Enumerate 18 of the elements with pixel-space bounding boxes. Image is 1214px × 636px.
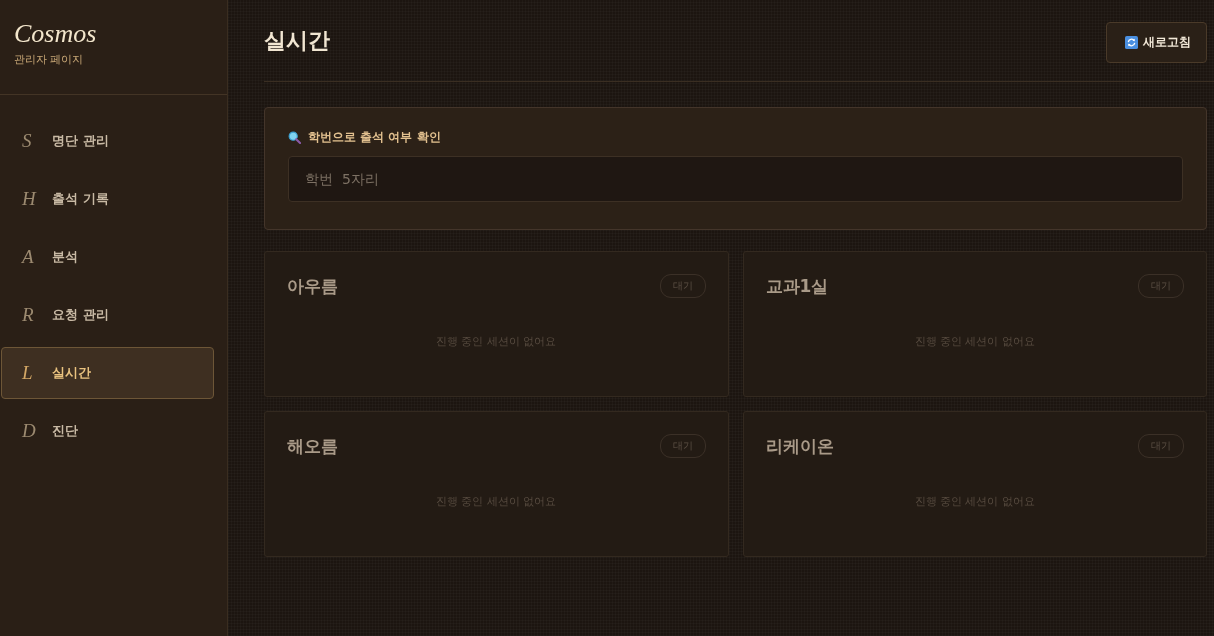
search-label: 학번으로 출석 여부 확인 <box>308 129 441 146</box>
refresh-icon <box>1125 35 1138 49</box>
sidebar-item[interactable]: R 요청 관리 <box>1 289 214 341</box>
room-name: 아우름 <box>287 274 338 298</box>
room-name: 리케이온 <box>765 434 834 458</box>
sidebar-item[interactable]: A 분석 <box>1 231 214 283</box>
room-name: 교과1실 <box>765 274 829 298</box>
refresh-button[interactable]: 새로고침 <box>1106 21 1207 63</box>
room-name: 해오름 <box>287 434 338 458</box>
magnifier-icon <box>288 131 301 144</box>
sidebar-item[interactable]: L 실시간 <box>1 347 214 399</box>
sidebar-item[interactable]: H 출석 기록 <box>1 173 214 225</box>
sidebar-item[interactable]: S 명단 관리 <box>1 115 214 167</box>
student-id-field[interactable]: 학번 5자리 <box>288 156 1183 202</box>
brand-logo: Cosmos <box>14 18 97 50</box>
sidebar-item[interactable]: D 진단 <box>1 405 214 457</box>
page-title: 실시간 <box>264 26 330 55</box>
brand-subtitle: 관리자 페이지 <box>14 52 84 67</box>
